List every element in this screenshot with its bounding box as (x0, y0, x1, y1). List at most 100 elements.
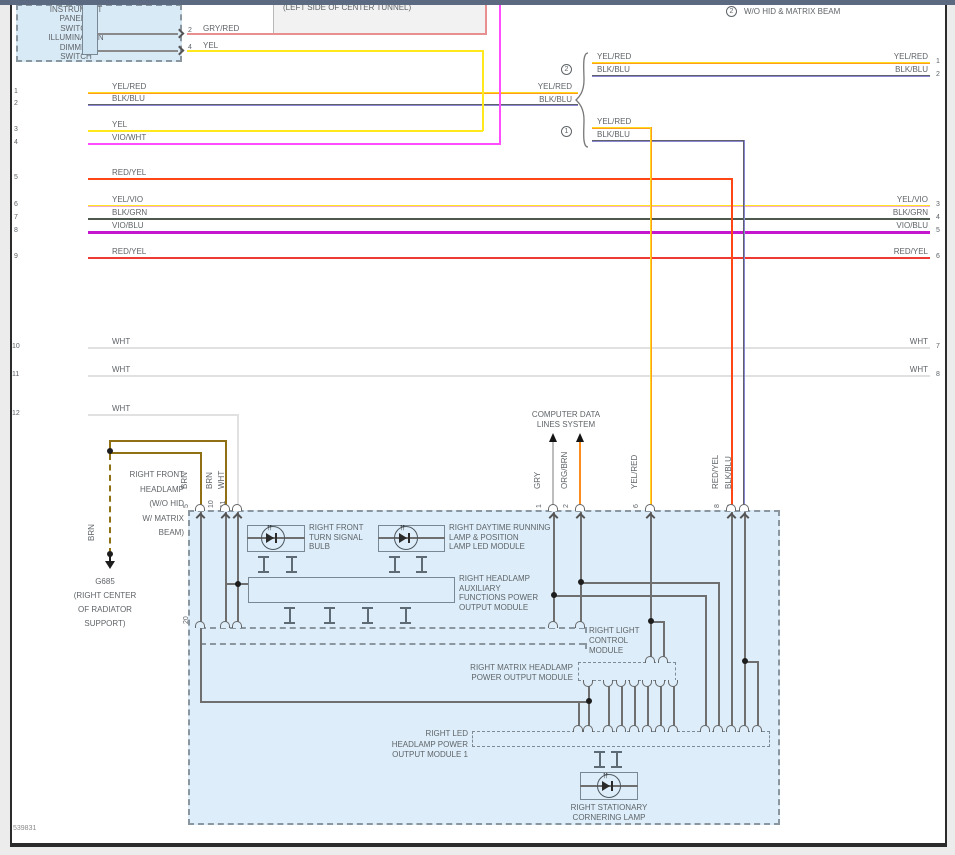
turn-signal-label: RIGHT FRONT TURN SIGNAL BULB (309, 523, 364, 552)
wire-wht-vert (237, 414, 239, 510)
ground-loc: OF RADIATOR (78, 605, 132, 614)
wire-yel-red-vert (650, 127, 652, 510)
wire-label: VIO/BLU (112, 221, 144, 230)
label-line: TURN SIGNAL (309, 532, 363, 542)
note-text: W/O HID & MATRIX BEAM (744, 7, 841, 16)
wire-label: BLK/BLU (539, 95, 572, 104)
headlamp-line: HEADLAMP (139, 484, 184, 494)
wire-blk-grn (88, 218, 930, 220)
wiring-diagram: (LEFT SIDE OF CENTER TUNNEL) 2 W/O HID &… (0, 0, 955, 855)
inline-connector-icon (611, 751, 622, 768)
wire-label: YEL (112, 120, 128, 129)
label-line: OUTPUT MODULE (459, 602, 529, 612)
connector-arc (739, 504, 749, 511)
wire-label: WHT (909, 337, 928, 346)
drl-module-label: RIGHT DAYTIME RUNNING LAMP & POSITION LA… (449, 523, 550, 552)
wire-label: RED/YEL (112, 168, 147, 177)
int-wire (757, 661, 759, 731)
label-line: BULB (309, 542, 330, 551)
label-line: AUXILIARY (459, 583, 501, 593)
int-wire (650, 512, 652, 621)
int-wire (225, 512, 227, 627)
inline-connector-icon (400, 607, 411, 624)
page-border-bottom (10, 843, 947, 847)
wire-label: BLK/BLU (597, 65, 630, 74)
computer-data-line1: COMPUTER DATA (531, 410, 601, 419)
doc-id: 539831 (13, 825, 37, 832)
right-pin: 8 (936, 371, 940, 378)
led-arrows-icon: ↑↑ (266, 522, 273, 532)
inline-connector-icon (258, 556, 269, 573)
wire-gry-red-vert (485, 0, 487, 35)
lcm-boundary-stub (585, 643, 587, 649)
wire-brn (110, 440, 227, 442)
label-line: MODULE (589, 646, 624, 655)
wire-red-yel (88, 257, 930, 259)
wire-yel (187, 50, 484, 52)
junction-dot (107, 551, 113, 557)
wire-label: YEL/VIO (896, 195, 928, 204)
headlamp-line: RIGHT FRONT (129, 470, 184, 479)
junction-dot (578, 579, 584, 585)
diode-bar (275, 533, 277, 543)
lcm-boundary-lower (200, 643, 585, 645)
connector-arc (655, 725, 665, 732)
splice-marker-2: 2 (561, 64, 572, 75)
left-pin: 4 (14, 139, 18, 146)
right-pin: 6 (936, 253, 940, 260)
entry-pin: 10 (208, 500, 215, 508)
window-chrome-bar (0, 0, 955, 5)
dimmer-connector-bar (82, 4, 98, 55)
computer-data-line2: LINES SYSTEM (536, 419, 596, 429)
led-module-box (472, 731, 770, 747)
wire-label: BLK/GRN (892, 208, 928, 217)
left-pin: 1 (14, 88, 18, 95)
int-wire (744, 512, 746, 731)
splice-marker-1: 1 (561, 126, 572, 137)
int-wire (705, 595, 707, 731)
connector-arc (616, 725, 626, 732)
wire-label-vert: YEL/RED (630, 454, 639, 489)
page-border-left (10, 4, 12, 844)
connector-arc (658, 656, 668, 663)
ground-icon (105, 561, 115, 569)
wire-vio-blu (88, 231, 930, 234)
label-line: CONTROL (589, 636, 629, 645)
left-pin: 9 (14, 253, 18, 260)
wire-vio-wht (88, 143, 500, 145)
inline-connector-icon (389, 556, 400, 573)
connector-arc (668, 725, 678, 732)
cornering-lamp-label: RIGHT STATIONARY CORNERING LAMP (549, 803, 669, 822)
label-line: RIGHT LIGHT (589, 626, 640, 635)
junction-dot (107, 448, 113, 454)
wire-brn (110, 452, 202, 454)
junction-dot (235, 581, 241, 587)
brace-icon (575, 52, 589, 148)
wire-label: WHT (112, 337, 131, 346)
wire-label: RED/YEL (112, 247, 147, 256)
wire-label: YEL/RED (893, 52, 928, 61)
diode-icon (602, 781, 610, 791)
matrix-module-box (578, 662, 676, 681)
junction-dot (648, 618, 654, 624)
wire-label-vert: BLK/BLU (724, 456, 733, 489)
wire-org-brn-vert (579, 442, 581, 510)
wire-wht (88, 375, 930, 377)
label-line: FUNCTIONS POWER (459, 593, 539, 602)
arrow-up-icon (549, 433, 557, 442)
junction-dot (742, 658, 748, 664)
entry-pin: 1 (536, 504, 543, 508)
right-pin: 4 (936, 214, 940, 221)
right-pin: 7 (936, 343, 940, 350)
right-pin: 2 (936, 71, 940, 78)
diode-icon (266, 533, 274, 543)
wire-label: WHT (112, 365, 131, 374)
dimmer-stub-wire (98, 50, 178, 52)
connector-arc (195, 504, 205, 511)
headlamp-line: BEAM) (158, 528, 184, 537)
wire-wht (88, 414, 239, 416)
wire-yel (88, 130, 483, 132)
connector-arc (548, 621, 558, 628)
wire-label: RED/YEL (893, 247, 928, 256)
int-wire (621, 681, 623, 731)
